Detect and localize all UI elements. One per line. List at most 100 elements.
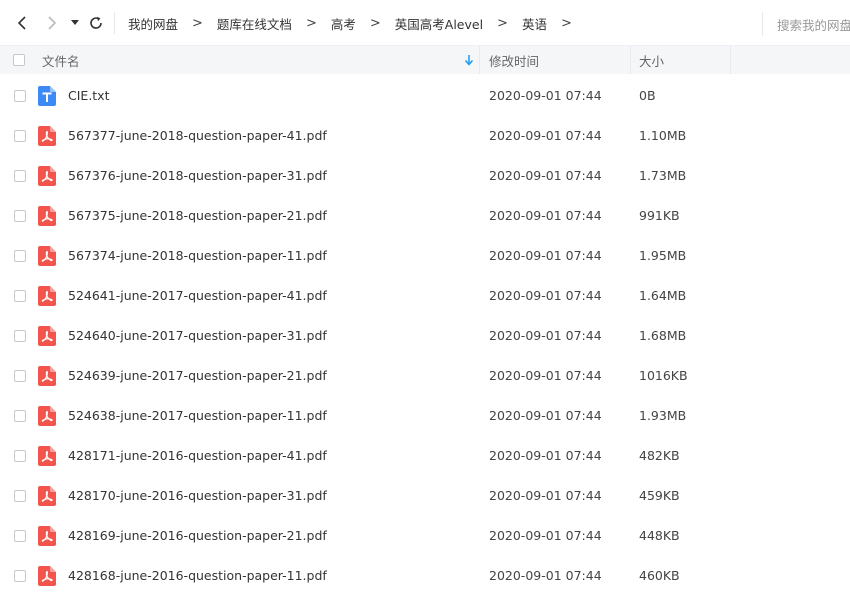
file-row[interactable]: CIE.txt 2020-09-01 07:44 0B: [0, 76, 850, 116]
pdf-file-icon: [38, 246, 56, 266]
file-size: 1.64MB: [639, 288, 687, 303]
file-modified-time: 2020-09-01 07:44: [489, 288, 602, 303]
breadcrumb-item-question-bank[interactable]: 题库在线文档: [217, 14, 292, 33]
file-name[interactable]: 524638-june-2017-question-paper-11.pdf: [68, 396, 327, 436]
column-header-name-label: 文件名: [42, 53, 80, 69]
breadcrumb-separator-icon: >: [560, 15, 572, 31]
pdf-file-icon: [38, 166, 56, 186]
file-row[interactable]: 428168-june-2016-question-paper-11.pdf 20…: [0, 556, 850, 596]
pdf-file-icon: [38, 326, 56, 346]
row-checkbox[interactable]: [14, 410, 26, 422]
row-checkbox[interactable]: [14, 570, 26, 582]
txt-file-icon: [38, 86, 56, 106]
pdf-file-icon: [38, 126, 56, 146]
file-row[interactable]: 428171-june-2016-question-paper-41.pdf 20…: [0, 436, 850, 476]
breadcrumb-separator-icon: >: [497, 15, 508, 31]
file-name[interactable]: 524639-june-2017-question-paper-21.pdf: [68, 356, 327, 396]
sort-descending-icon[interactable]: [464, 54, 474, 66]
toolbar: 我的网盘 > 题库在线文档 > 高考 > 英国高考Alevel > 英语 >: [0, 0, 850, 46]
pdf-file-icon: [38, 286, 56, 306]
row-checkbox[interactable]: [14, 290, 26, 302]
file-name[interactable]: 428169-june-2016-question-paper-21.pdf: [68, 516, 327, 556]
file-size: 991KB: [639, 208, 680, 223]
file-list: CIE.txt 2020-09-01 07:44 0B 567377-june-201…: [0, 76, 850, 596]
pdf-file-icon: [38, 366, 56, 386]
file-modified-time: 2020-09-01 07:44: [489, 128, 602, 143]
file-name[interactable]: 524640-june-2017-question-paper-31.pdf: [68, 316, 327, 356]
file-row[interactable]: 567375-june-2018-question-paper-21.pdf 20…: [0, 196, 850, 236]
row-checkbox[interactable]: [14, 90, 26, 102]
breadcrumb-item-english[interactable]: 英语: [522, 14, 547, 33]
pdf-file-icon: [38, 206, 56, 226]
breadcrumb-item-gaokao[interactable]: 高考: [331, 14, 356, 33]
select-all-cell: [13, 46, 27, 74]
file-size: 0B: [639, 88, 656, 103]
row-checkbox[interactable]: [14, 370, 26, 382]
file-name[interactable]: 567376-june-2018-question-paper-31.pdf: [68, 156, 327, 196]
forward-button[interactable]: [44, 13, 60, 33]
file-modified-time: 2020-09-01 07:44: [489, 168, 602, 183]
select-all-checkbox[interactable]: [13, 54, 25, 66]
row-checkbox[interactable]: [14, 530, 26, 542]
file-row[interactable]: 428169-june-2016-question-paper-21.pdf 20…: [0, 516, 850, 556]
history-dropdown-button[interactable]: [68, 13, 82, 33]
file-modified-time: 2020-09-01 07:44: [489, 408, 602, 423]
pdf-file-icon: [38, 406, 56, 426]
file-name[interactable]: 428168-june-2016-question-paper-11.pdf: [68, 556, 327, 596]
file-name[interactable]: 567374-june-2018-question-paper-11.pdf: [68, 236, 327, 276]
breadcrumb: 我的网盘 > 题库在线文档 > 高考 > 英国高考Alevel > 英语 >: [128, 0, 586, 46]
file-name[interactable]: 524641-june-2017-question-paper-41.pdf: [68, 276, 327, 316]
file-size: 1.73MB: [639, 168, 687, 183]
file-size: 448KB: [639, 528, 680, 543]
file-modified-time: 2020-09-01 07:44: [489, 208, 602, 223]
breadcrumb-item-alevel[interactable]: 英国高考Alevel: [395, 14, 483, 33]
row-checkbox[interactable]: [14, 490, 26, 502]
file-size: 1.93MB: [639, 408, 687, 423]
row-checkbox[interactable]: [14, 330, 26, 342]
row-checkbox[interactable]: [14, 210, 26, 222]
refresh-button[interactable]: [86, 13, 106, 33]
file-name[interactable]: 428170-june-2016-question-paper-31.pdf: [68, 476, 327, 516]
file-row[interactable]: 524640-june-2017-question-paper-31.pdf 20…: [0, 316, 850, 356]
file-row[interactable]: 567376-june-2018-question-paper-31.pdf 20…: [0, 156, 850, 196]
file-row[interactable]: 567377-june-2018-question-paper-41.pdf 20…: [0, 116, 850, 156]
column-header-size-label: 大小: [639, 53, 665, 69]
file-modified-time: 2020-09-01 07:44: [489, 248, 602, 263]
toolbar-divider: [114, 12, 115, 34]
column-header-size[interactable]: 大小: [631, 46, 731, 74]
back-button[interactable]: [14, 13, 30, 33]
file-name[interactable]: 567375-june-2018-question-paper-21.pdf: [68, 196, 327, 236]
file-modified-time: 2020-09-01 07:44: [489, 448, 602, 463]
file-size: 1.68MB: [639, 328, 687, 343]
chevron-right-icon: [48, 16, 57, 30]
column-header-date[interactable]: 修改时间: [481, 46, 631, 74]
file-name[interactable]: CIE.txt: [68, 76, 110, 116]
column-header-name[interactable]: 文件名: [42, 46, 480, 74]
row-checkbox[interactable]: [14, 450, 26, 462]
breadcrumb-item-my-drive[interactable]: 我的网盘: [128, 14, 178, 33]
file-size: 1016KB: [639, 368, 688, 383]
file-row[interactable]: 567374-june-2018-question-paper-11.pdf 20…: [0, 236, 850, 276]
caret-down-icon: [71, 20, 79, 25]
file-name[interactable]: 567377-june-2018-question-paper-41.pdf: [68, 116, 327, 156]
file-row[interactable]: 524641-june-2017-question-paper-41.pdf 20…: [0, 276, 850, 316]
file-size: 482KB: [639, 448, 680, 463]
file-row[interactable]: 524639-june-2017-question-paper-21.pdf 20…: [0, 356, 850, 396]
pdf-file-icon: [38, 566, 56, 586]
chevron-left-icon: [17, 16, 26, 30]
search-input[interactable]: [763, 12, 850, 38]
row-checkbox[interactable]: [14, 170, 26, 182]
file-modified-time: 2020-09-01 07:44: [489, 328, 602, 343]
file-modified-time: 2020-09-01 07:44: [489, 88, 602, 103]
file-name[interactable]: 428171-june-2016-question-paper-41.pdf: [68, 436, 327, 476]
refresh-icon: [90, 16, 102, 29]
file-modified-time: 2020-09-01 07:44: [489, 488, 602, 503]
file-row[interactable]: 524638-june-2017-question-paper-11.pdf 20…: [0, 396, 850, 436]
row-checkbox[interactable]: [14, 130, 26, 142]
file-modified-time: 2020-09-01 07:44: [489, 528, 602, 543]
file-size: 459KB: [639, 488, 680, 503]
file-modified-time: 2020-09-01 07:44: [489, 368, 602, 383]
file-row[interactable]: 428170-june-2016-question-paper-31.pdf 20…: [0, 476, 850, 516]
row-checkbox[interactable]: [14, 250, 26, 262]
column-header-date-label: 修改时间: [489, 53, 540, 69]
